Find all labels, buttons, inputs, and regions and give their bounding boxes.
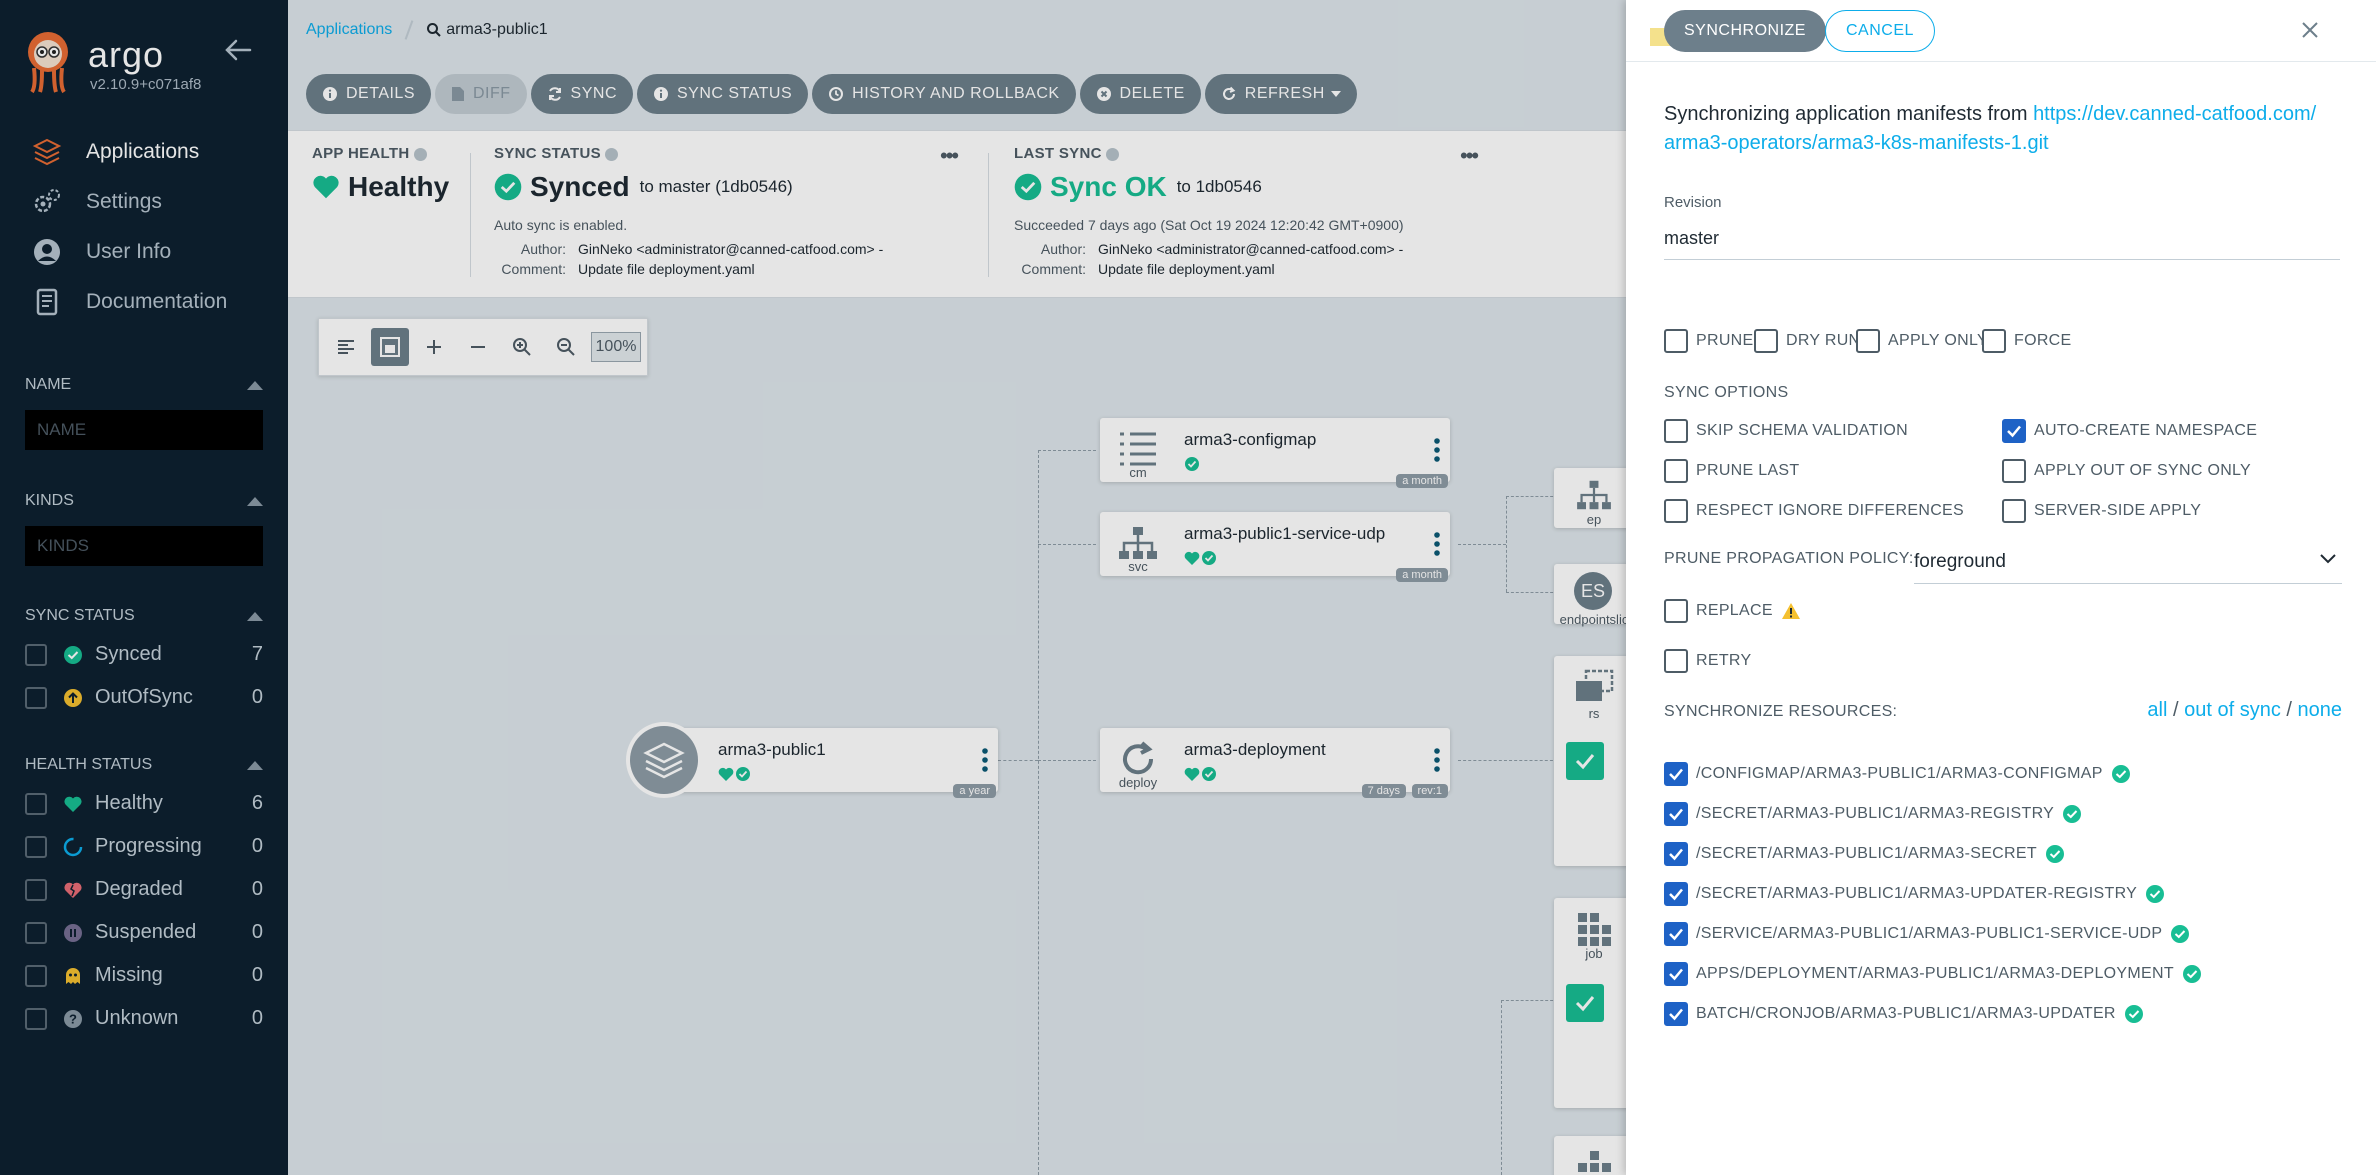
warning-icon [1781, 603, 1800, 619]
resource-label: /SECRET/ARMA3-PUBLIC1/ARMA3-REGISTRY [1696, 805, 2055, 822]
option-label: DRY RUN [1786, 332, 1861, 349]
option-label: SERVER-SIDE APPLY [2034, 502, 2202, 519]
option-label: PRUNE LAST [1696, 462, 1800, 479]
modal-overlay[interactable] [0, 0, 1626, 1175]
prune-last-option[interactable]: PRUNE LAST [1664, 459, 1799, 483]
option-label: RESPECT IGNORE DIFFERENCES [1696, 502, 1964, 519]
prune-propagation-select[interactable]: foreground [1914, 540, 2342, 584]
option-label: AUTO-CREATE NAMESPACE [2034, 422, 2258, 439]
server-side-apply-checkbox[interactable] [2002, 499, 2026, 523]
synchronize-resources-title: SYNCHRONIZE RESOURCES: [1664, 703, 1898, 720]
sync-intro-text: Synchronizing application manifests from [1664, 103, 2034, 125]
sync-description: Synchronizing application manifests from… [1664, 100, 2344, 158]
check-circle-icon [2124, 1004, 2144, 1024]
revision-label: Revision [1664, 194, 1722, 211]
prune-propagation-value: foreground [1914, 550, 2006, 572]
resource-row[interactable]: BATCH/CRONJOB/ARMA3-PUBLIC1/ARMA3-UPDATE… [1664, 1002, 2144, 1026]
server-side-apply-option[interactable]: SERVER-SIDE APPLY [2002, 499, 2201, 523]
option-label: PRUNE [1696, 332, 1754, 349]
resource-row[interactable]: /SECRET/ARMA3-PUBLIC1/ARMA3-UPDATER-REGI… [1664, 882, 2165, 906]
resource-row[interactable]: /SECRET/ARMA3-PUBLIC1/ARMA3-SECRET [1664, 842, 2065, 866]
apply-out-of-sync-checkbox[interactable] [2002, 459, 2026, 483]
check-circle-icon [2045, 844, 2065, 864]
revision-input[interactable] [1664, 218, 2340, 260]
drawer-header: SYNCHRONIZE CANCEL [1626, 0, 2376, 62]
check-circle-icon [2182, 964, 2202, 984]
resource-label: /SERVICE/ARMA3-PUBLIC1/ARMA3-PUBLIC1-SER… [1696, 925, 2163, 942]
close-icon[interactable] [2298, 18, 2322, 42]
sync-drawer: SYNCHRONIZE CANCEL Synchronizing applica… [1626, 0, 2376, 1175]
chevron-down-icon [2320, 554, 2336, 564]
select-all-link[interactable]: all [2147, 699, 2167, 721]
dry-run-option[interactable]: DRY RUN [1754, 329, 1860, 353]
replace-checkbox[interactable] [1664, 599, 1688, 623]
synchronize-button[interactable]: SYNCHRONIZE [1664, 10, 1826, 52]
resource-label: BATCH/CRONJOB/ARMA3-PUBLIC1/ARMA3-UPDATE… [1696, 1005, 2116, 1022]
resource-checkbox[interactable] [1664, 962, 1688, 986]
option-label: APPLY ONLY [1888, 332, 1988, 349]
resource-row[interactable]: /SECRET/ARMA3-PUBLIC1/ARMA3-REGISTRY [1664, 802, 2082, 826]
resource-checkbox[interactable] [1664, 762, 1688, 786]
option-label: REPLACE [1696, 602, 1773, 619]
check-circle-icon [2062, 804, 2082, 824]
resource-select-links: all / out of sync / none [2147, 699, 2343, 721]
resource-row[interactable]: APPS/DEPLOYMENT/ARMA3-PUBLIC1/ARMA3-DEPL… [1664, 962, 2202, 986]
auto-create-namespace-option[interactable]: AUTO-CREATE NAMESPACE [2002, 419, 2257, 443]
resource-checkbox[interactable] [1664, 802, 1688, 826]
check-circle-icon [2111, 764, 2131, 784]
select-out-of-sync-link[interactable]: out of sync [2184, 699, 2281, 721]
select-none-link[interactable]: none [2298, 699, 2343, 721]
option-label: SKIP SCHEMA VALIDATION [1696, 422, 1908, 439]
retry-checkbox[interactable] [1664, 649, 1688, 673]
prune-last-checkbox[interactable] [1664, 459, 1688, 483]
auto-create-namespace-checkbox[interactable] [2002, 419, 2026, 443]
prune-option[interactable]: PRUNE [1664, 329, 1754, 353]
resource-row[interactable]: /CONFIGMAP/ARMA3-PUBLIC1/ARMA3-CONFIGMAP [1664, 762, 2131, 786]
skip-schema-option[interactable]: SKIP SCHEMA VALIDATION [1664, 419, 1908, 443]
resource-checkbox[interactable] [1664, 842, 1688, 866]
resource-label: /CONFIGMAP/ARMA3-PUBLIC1/ARMA3-CONFIGMAP [1696, 765, 2103, 782]
respect-ignore-option[interactable]: RESPECT IGNORE DIFFERENCES [1664, 499, 1964, 523]
dry-run-checkbox[interactable] [1754, 329, 1778, 353]
apply-only-checkbox[interactable] [1856, 329, 1880, 353]
check-circle-icon [2170, 924, 2190, 944]
respect-ignore-checkbox[interactable] [1664, 499, 1688, 523]
sync-options-title: SYNC OPTIONS [1664, 384, 1789, 401]
apply-out-of-sync-option[interactable]: APPLY OUT OF SYNC ONLY [2002, 459, 2251, 483]
option-label: APPLY OUT OF SYNC ONLY [2034, 462, 2252, 479]
resource-label: /SECRET/ARMA3-PUBLIC1/ARMA3-SECRET [1696, 845, 2037, 862]
resource-label: APPS/DEPLOYMENT/ARMA3-PUBLIC1/ARMA3-DEPL… [1696, 965, 2174, 982]
check-circle-icon [2145, 884, 2165, 904]
resource-row[interactable]: /SERVICE/ARMA3-PUBLIC1/ARMA3-PUBLIC1-SER… [1664, 922, 2190, 946]
apply-only-option[interactable]: APPLY ONLY [1856, 329, 1988, 353]
force-option[interactable]: FORCE [1982, 329, 2072, 353]
cancel-button[interactable]: CANCEL [1825, 10, 1935, 52]
retry-option[interactable]: RETRY [1664, 649, 1751, 673]
option-label: RETRY [1696, 652, 1752, 669]
prune-propagation-label: PRUNE PROPAGATION POLICY: [1664, 550, 1914, 567]
resource-checkbox[interactable] [1664, 1002, 1688, 1026]
force-checkbox[interactable] [1982, 329, 2006, 353]
resource-label: /SECRET/ARMA3-PUBLIC1/ARMA3-UPDATER-REGI… [1696, 885, 2138, 902]
replace-option[interactable]: REPLACE [1664, 599, 1801, 623]
option-label: FORCE [2014, 332, 2072, 349]
resource-checkbox[interactable] [1664, 922, 1688, 946]
resource-checkbox[interactable] [1664, 882, 1688, 906]
skip-schema-checkbox[interactable] [1664, 419, 1688, 443]
prune-checkbox[interactable] [1664, 329, 1688, 353]
